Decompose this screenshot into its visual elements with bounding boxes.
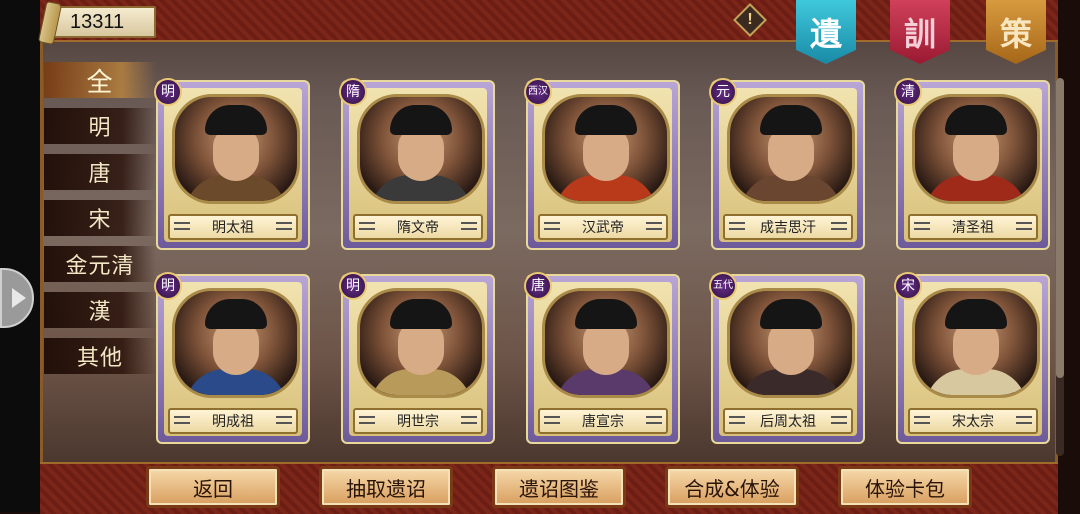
filter-han[interactable]: 漢 (44, 292, 156, 328)
filter-song[interactable]: 宋 (44, 200, 156, 236)
emperor-name-bar: 清圣祖 (908, 214, 1038, 240)
emperor-card[interactable]: 明 明成祖 (154, 272, 310, 444)
emperor-name-bar: 宋太宗 (908, 408, 1038, 434)
emperor-name-bar: 汉武帝 (538, 214, 668, 240)
emperor-card[interactable]: 五代 后周太祖 (709, 272, 865, 444)
emperor-name: 清圣祖 (952, 220, 994, 236)
filter-ming[interactable]: 明 (44, 108, 156, 144)
portrait-image (172, 288, 300, 398)
emperor-name-bar: 明成祖 (168, 408, 298, 434)
filter-jin-yuan-qing[interactable]: 金元清 (44, 246, 156, 282)
left-edge-strip (0, 0, 40, 512)
emperor-name-bar: 后周太祖 (723, 408, 853, 434)
emperor-card[interactable]: 唐 唐宣宗 (524, 272, 680, 444)
emperor-name-bar: 隋文帝 (353, 214, 483, 240)
dynasty-badge: 明 (339, 272, 367, 300)
emperor-card[interactable]: 明 明世宗 (339, 272, 495, 444)
emperor-card[interactable]: 明 明太祖 (154, 78, 310, 250)
dynasty-badge: 宋 (894, 272, 922, 300)
portrait-image (357, 288, 485, 398)
dynasty-badge: 五代 (709, 272, 737, 300)
currency-display: 13311 (37, 0, 156, 46)
portrait-image (172, 94, 300, 204)
emperor-name: 成吉思汗 (760, 220, 816, 236)
portrait-image (912, 288, 1040, 398)
emperor-name: 后周太祖 (760, 414, 816, 430)
trial-card-pack-button[interactable]: 体验卡包 (838, 466, 972, 508)
filter-other[interactable]: 其他 (44, 338, 156, 374)
dynasty-badge: 明 (154, 78, 182, 106)
emperor-name: 明世宗 (397, 414, 439, 430)
portrait-image (542, 94, 670, 204)
back-button[interactable]: 返回 (146, 466, 280, 508)
emperor-card[interactable]: 西汉 汉武帝 (524, 78, 680, 250)
draw-edict-button[interactable]: 抽取遗诏 (319, 466, 453, 508)
portrait-image (357, 94, 485, 204)
portrait-image (542, 288, 670, 398)
portrait-image (727, 94, 855, 204)
dynasty-badge: 隋 (339, 78, 367, 106)
emperor-name: 宋太宗 (952, 414, 994, 430)
emperor-name-bar: 唐宣宗 (538, 408, 668, 434)
filter-all[interactable]: 全 (44, 62, 156, 98)
portrait-image (727, 288, 855, 398)
emperor-name-bar: 明太祖 (168, 214, 298, 240)
filter-tang[interactable]: 唐 (44, 154, 156, 190)
dynasty-badge: 元 (709, 78, 737, 106)
portrait-image (912, 94, 1040, 204)
currency-amount: 13311 (70, 10, 125, 33)
emperor-name: 汉武帝 (582, 220, 624, 236)
emperor-name-bar: 成吉思汗 (723, 214, 853, 240)
emperor-name-bar: 明世宗 (353, 408, 483, 434)
emperor-card[interactable]: 宋 宋太宗 (894, 272, 1050, 444)
emperor-card[interactable]: 清 清圣祖 (894, 78, 1050, 250)
combine-trial-button[interactable]: 合成&体验 (665, 466, 799, 508)
card-grid-scrollbar[interactable] (1056, 78, 1064, 456)
dynasty-badge: 清 (894, 78, 922, 106)
edict-gallery-button[interactable]: 遗诏图鉴 (492, 466, 626, 508)
info-icon[interactable]: ! (733, 3, 767, 37)
emperor-name: 隋文帝 (397, 220, 439, 236)
dynasty-filter-list: 全 明 唐 宋 金元清 漢 其他 (44, 62, 156, 384)
emperor-name: 明太祖 (212, 220, 254, 236)
dynasty-badge: 明 (154, 272, 182, 300)
scrollbar-thumb[interactable] (1056, 78, 1064, 378)
emperor-card[interactable]: 隋 隋文帝 (339, 78, 495, 250)
dynasty-badge: 唐 (524, 272, 552, 300)
emperor-name: 唐宣宗 (582, 414, 624, 430)
emperor-card[interactable]: 元 成吉思汗 (709, 78, 865, 250)
dynasty-badge: 西汉 (524, 78, 552, 106)
emperor-name: 明成祖 (212, 414, 254, 430)
